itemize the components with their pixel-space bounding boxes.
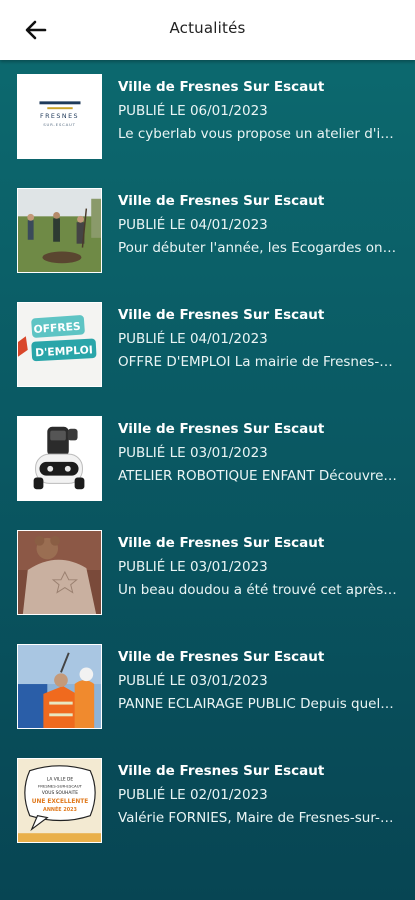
page-title: Actualités [169,19,246,37]
wish-line2: FRESNES-SUR-ESCAUT [38,783,83,788]
news-source: Ville de Fresnes Sur Escaut [118,307,325,323]
fresnes-logo-image: FRESNES SUR-ESCAUT [17,74,102,159]
news-item[interactable]: Ville de Fresnes Sur Escaut PUBLIÉ LE 04… [0,174,415,288]
news-date: PUBLIÉ LE 03/01/2023 [118,673,268,689]
news-date: PUBLIÉ LE 03/01/2023 [118,445,268,461]
news-excerpt: ATELIER ROBOTIQUE ENFANT Découvrez la ro… [118,468,398,484]
wish-line3: VOUS SOUHAITE [42,790,78,796]
new-year-wishes-image: LA VILLE DE FRESNES-SUR-ESCAUT VOUS SOUH… [17,758,102,843]
wish-line5: ANNÉE 2023 [43,805,77,813]
news-date: PUBLIÉ LE 03/01/2023 [118,559,268,575]
news-item[interactable]: Ville de Fresnes Sur Escaut PUBLIÉ LE 03… [0,516,415,630]
news-source: Ville de Fresnes Sur Escaut [118,79,325,95]
news-source: Ville de Fresnes Sur Escaut [118,193,325,209]
news-source: Ville de Fresnes Sur Escaut [118,763,325,779]
news-item[interactable]: Ville de Fresnes Sur Escaut PUBLIÉ LE 03… [0,402,415,516]
news-item[interactable]: FRESNES SUR-ESCAUT Ville de Fresnes Sur … [0,60,415,174]
news-excerpt: Pour débuter l'année, les Ecogardes ont … [118,240,398,256]
job-offer-image: OFFRES D'EMPLOI [17,302,102,387]
news-source: Ville de Fresnes Sur Escaut [118,649,325,665]
news-excerpt: OFFRE D'EMPLOI La mairie de Fresnes-sur-… [118,354,398,370]
news-item[interactable]: LA VILLE DE FRESNES-SUR-ESCAUT VOUS SOUH… [0,744,415,858]
news-source: Ville de Fresnes Sur Escaut [118,535,325,551]
wish-line1: LA VILLE DE [47,776,74,782]
news-excerpt: Valérie FORNIES, Maire de Fresnes-sur-Es… [118,810,398,826]
news-date: PUBLIÉ LE 06/01/2023 [118,103,268,119]
wish-line4: UNE EXCELLENTE [32,799,89,805]
news-source: Ville de Fresnes Sur Escaut [118,421,325,437]
robot-photo [17,416,102,501]
public-lighting-workers-photo [17,644,102,729]
news-excerpt: PANNE ECLAIRAGE PUBLIC Depuis quelques j… [118,696,398,712]
news-excerpt: Le cyberlab vous propose un atelier d'in… [118,126,398,142]
news-date: PUBLIÉ LE 04/01/2023 [118,217,268,233]
news-date: PUBLIÉ LE 02/01/2023 [118,787,268,803]
news-date: PUBLIÉ LE 04/01/2023 [118,331,268,347]
svg-text:SUR-ESCAUT: SUR-ESCAUT [43,122,76,127]
doudou-photo [17,530,102,615]
news-item[interactable]: OFFRES D'EMPLOI Ville de Fresnes Sur Esc… [0,288,415,402]
news-excerpt: Un beau doudou a été trouvé cet après-mi… [118,582,398,598]
svg-text:FRESNES: FRESNES [40,113,79,120]
app-header: Actualités [0,0,415,60]
ecogardes-planting-photo [17,188,102,273]
news-item[interactable]: Ville de Fresnes Sur Escaut PUBLIÉ LE 03… [0,630,415,744]
